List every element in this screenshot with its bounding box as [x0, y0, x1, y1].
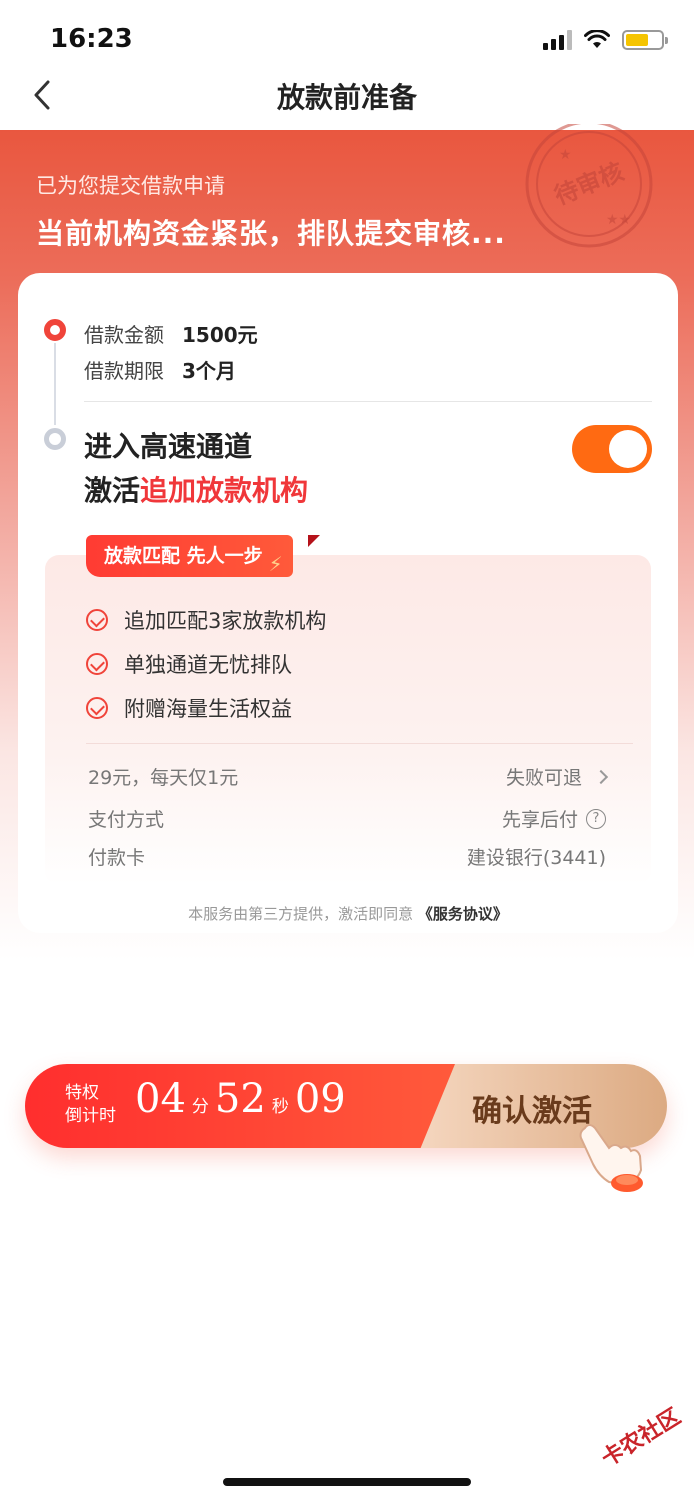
price-row[interactable]: 29元，每天仅1元 失败可退 [88, 763, 609, 790]
service-agreement-link[interactable]: 《服务协议》 [418, 905, 508, 923]
status-icons [543, 30, 668, 50]
loan-term-row: 借款期限 3个月 [84, 355, 236, 384]
step-connector [54, 343, 56, 425]
countdown-seconds: 52 [214, 1076, 266, 1122]
check-circle-icon [86, 697, 108, 719]
pointing-hand-icon [579, 1124, 643, 1192]
stamp-text: 待审核 [550, 158, 627, 211]
countdown-minutes: 04 [135, 1076, 186, 1122]
confirm-activate-label: 确认激活 [472, 1094, 592, 1129]
check-circle-icon [86, 653, 108, 675]
payment-card-row: 付款卡 建设银行(3441) [88, 843, 606, 870]
page-title: 放款前准备 [276, 81, 417, 114]
step-dot-next-icon [44, 428, 66, 450]
divider [86, 743, 633, 744]
activation-cta-bar: 特权 倒计时 04 分 52 秒 09 确认激活 [25, 1064, 667, 1148]
loan-amount-row: 借款金额 1500元 [84, 319, 258, 348]
help-question-icon[interactable]: ? [586, 808, 606, 829]
loan-term-value: 3个月 [182, 359, 236, 383]
channel-subtitle: 激活追加放款机构 [84, 469, 308, 509]
price-text: 29元，每天仅1元 [88, 767, 239, 789]
countdown-label-line2: 倒计时 [65, 1106, 116, 1126]
benefit-item: 追加匹配3家放款机构 [86, 605, 326, 635]
countdown-label-line1: 特权 [65, 1083, 99, 1103]
agreement-prefix: 本服务由第三方提供，激活即同意 [188, 905, 414, 923]
benefit-item-label: 单独通道无忧排队 [124, 653, 292, 677]
payment-method-value-wrap: 先享后付 ? [502, 805, 606, 832]
benefit-item-label: 追加匹配3家放款机构 [124, 609, 327, 633]
step-dot-current-icon [44, 319, 66, 341]
loan-amount-label: 借款金额 [84, 323, 164, 347]
loan-amount-value: 1500元 [182, 323, 258, 347]
benefit-item: 附赠海量生活权益 [86, 693, 292, 723]
payment-method-label: 支付方式 [88, 809, 165, 831]
refund-text: 失败可退 [505, 767, 582, 789]
countdown-timer: 04 分 52 秒 09 [135, 1076, 346, 1122]
channel-subtitle-prefix: 激活 [84, 474, 141, 507]
status-time: 16:23 [50, 24, 133, 54]
hero-title: 当前机构资金紧张，排队提交审核... [36, 217, 506, 250]
benefit-tag-label: 放款匹配 先人一步 [104, 545, 263, 567]
check-circle-icon [86, 609, 108, 631]
minutes-unit: 分 [191, 1097, 209, 1117]
toggle-knob [609, 430, 647, 468]
agreement-text: 本服务由第三方提供，激活即同意 《服务协议》 [18, 903, 678, 924]
svg-text:★: ★ [559, 147, 572, 163]
benefit-tag: 放款匹配 先人一步 ⚡ [86, 535, 293, 577]
benefit-item-label: 附赠海量生活权益 [124, 697, 292, 721]
refund-link[interactable]: 失败可退 [505, 763, 609, 790]
watermark-logo: 卡农社区 [597, 1404, 686, 1473]
loan-card: 借款金额 1500元 借款期限 3个月 进入高速通道 激活追加放款机构 放款匹配… [18, 273, 678, 933]
divider [84, 401, 652, 402]
chevron-right-icon [593, 769, 609, 784]
nav-bar: 放款前准备 [0, 60, 694, 130]
wifi-icon [584, 30, 610, 48]
payment-method-row: 支付方式 先享后付 ? [88, 805, 606, 832]
payment-card-label: 付款卡 [88, 847, 146, 869]
countdown-label: 特权 倒计时 [65, 1082, 116, 1128]
payment-card-value: 建设银行(3441) [466, 847, 606, 869]
benefit-item: 单独通道无忧排队 [86, 649, 292, 679]
fast-channel-toggle[interactable] [572, 425, 652, 473]
loan-term-label: 借款期限 [84, 359, 164, 383]
svg-text:★★: ★★ [606, 212, 631, 228]
channel-subtitle-highlight: 追加放款机构 [140, 474, 309, 507]
battery-icon [622, 30, 668, 50]
pending-review-stamp: 待审核 ★ ★★ [525, 124, 653, 248]
payment-method-value: 先享后付 [501, 809, 578, 831]
seconds-unit: 秒 [271, 1097, 289, 1117]
countdown-centis: 09 [294, 1076, 346, 1122]
tag-fold [308, 535, 320, 547]
lightning-icon: ⚡ [268, 552, 283, 576]
channel-title: 进入高速通道 [84, 430, 253, 463]
home-indicator[interactable] [223, 1478, 471, 1486]
signal-icon [543, 30, 572, 50]
hero-subtitle: 已为您提交借款申请 [36, 174, 225, 198]
